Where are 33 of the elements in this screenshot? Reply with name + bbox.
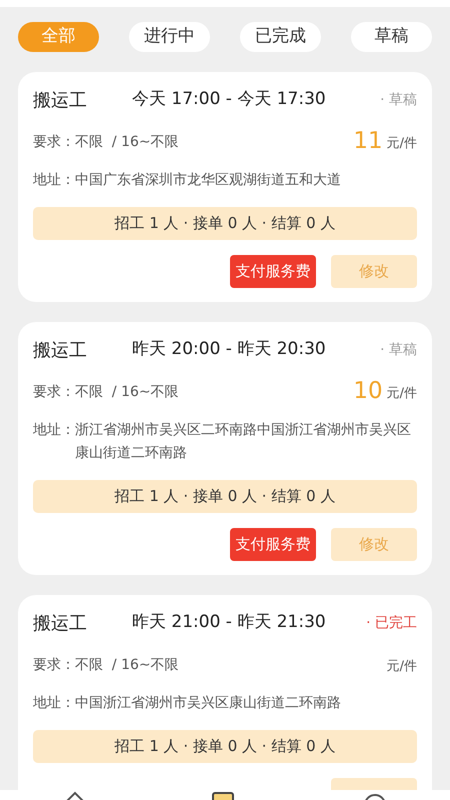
job-title: 搬运工 <box>33 338 88 362</box>
address-text: 中国广东省深圳市龙华区观湖街道五和大道 <box>75 171 341 190</box>
requirement-text: 要求：不限 / 16~不限 <box>33 656 179 675</box>
job-time: 昨天 21:00 - 昨天 21:30 <box>132 611 327 634</box>
address-text: 浙江省湖州市吴兴区二环南路中国浙江省湖州市吴兴区康山街道二环南路 <box>75 421 412 463</box>
action-button[interactable]: 支付服务费 <box>230 528 316 561</box>
job-status: · 已完工 <box>366 614 417 632</box>
filter-tab[interactable]: 进行中 <box>129 22 210 52</box>
filter-tab[interactable]: 已完成 <box>240 22 321 52</box>
job-status: · 草稿 <box>380 90 417 110</box>
requirement-text: 要求：不限 / 16~不限 <box>33 133 179 152</box>
price-value: 11 <box>353 129 383 153</box>
price-unit: 元/件 <box>386 658 417 676</box>
summary-bar: 招工 1 人 · 接单 0 人 · 结算 0 人 <box>33 730 417 763</box>
job-status: · 草稿 <box>380 340 417 360</box>
summary-bar: 招工 1 人 · 接单 0 人 · 结算 0 人 <box>33 480 417 513</box>
summary-bar: 招工 1 人 · 接单 0 人 · 结算 0 人 <box>33 207 417 240</box>
requirement-text: 要求：不限 / 16~不限 <box>33 383 179 402</box>
document-icon[interactable] <box>211 792 235 800</box>
filter-tab[interactable]: 草稿 <box>351 22 432 52</box>
address-label: 地址： <box>33 171 75 190</box>
address-label: 地址： <box>33 694 75 713</box>
job-title: 搬运工 <box>33 88 88 112</box>
price-unit: 元/件 <box>386 134 417 152</box>
action-button[interactable]: 支付服务费 <box>230 255 316 288</box>
price-value: 10 <box>353 379 383 403</box>
address-text: 中国浙江省湖州市吴兴区康山街道二环南路 <box>75 694 341 713</box>
filter-tab[interactable]: 全部 <box>18 22 99 52</box>
job-title: 搬运工 <box>33 612 88 636</box>
job-time: 今天 17:00 - 今天 17:30 <box>132 88 327 112</box>
job-time: 昨天 20:00 - 昨天 20:30 <box>132 338 327 362</box>
address-label: 地址： <box>33 421 75 440</box>
price-unit: 元/件 <box>386 384 417 402</box>
